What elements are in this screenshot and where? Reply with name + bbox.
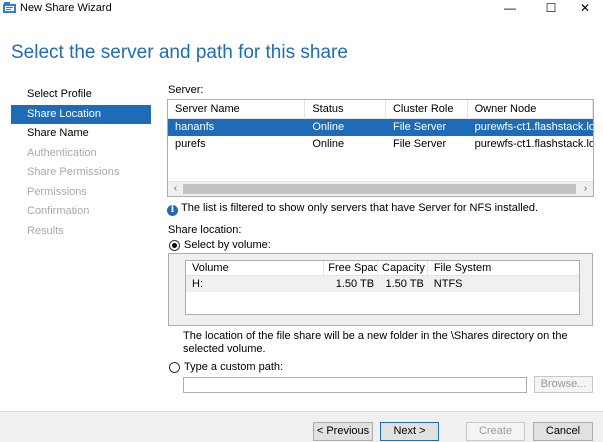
filter-info-text: The list is filtered to show only server… [181, 202, 539, 214]
column-header-status[interactable]: Status [305, 100, 386, 118]
close-icon[interactable]: ✕ [565, 0, 603, 17]
wizard-folder-icon [3, 2, 16, 13]
share-location-label: Share location: [168, 224, 242, 236]
custom-path-input[interactable] [183, 377, 527, 393]
server-status-cell: Online [312, 138, 345, 150]
column-header-server-name[interactable]: Server Name [168, 100, 306, 118]
server-row-hananfs[interactable]: hananfs Online File Server purewfs-ct1.f… [168, 119, 593, 136]
volume-row-h[interactable]: H: 1.50 TB 1.50 TB NTFS [186, 276, 579, 292]
window-title: New Share Wizard [20, 2, 112, 14]
volume-list-header: Volume Free Space Capacity File System [186, 261, 579, 276]
server-list-header: Server Name Status Cluster Role Owner No… [168, 100, 593, 119]
nav-item-share-permissions: Share Permissions [27, 166, 120, 178]
create-button[interactable]: Create [466, 422, 525, 441]
column-header-owner-node[interactable]: Owner Node [468, 100, 593, 118]
column-header-file-system[interactable]: File System [428, 261, 579, 275]
volume-list[interactable]: Volume Free Space Capacity File System H… [185, 260, 580, 315]
nav-item-authentication: Authentication [27, 146, 97, 159]
title-bar: New Share Wizard — ☐ ✕ [0, 0, 603, 17]
server-name-cell: purefs [175, 138, 206, 150]
server-name-cell: hananfs [175, 121, 215, 133]
capacity-cell: 1.50 TB [385, 278, 424, 290]
nav-item-share-location[interactable]: Share Location [11, 104, 151, 124]
info-icon: i [167, 205, 178, 216]
volume-location-note: The location of the file share will be a… [183, 330, 568, 355]
horizontal-scrollbar[interactable]: ‹ › [168, 181, 593, 196]
free-space-cell: 1.50 TB [335, 278, 375, 290]
wizard-steps-nav: Select Profile Share Location Share Name… [11, 85, 151, 241]
select-by-volume-radio[interactable] [169, 240, 180, 251]
page-title: Select the server and path for this shar… [11, 42, 348, 63]
column-header-free-space[interactable]: Free Space [324, 261, 379, 275]
column-header-cluster-role[interactable]: Cluster Role [386, 100, 468, 118]
scroll-right-icon[interactable]: › [578, 182, 593, 196]
server-row-purefs[interactable]: purefs Online File Server purewfs-ct1.fl… [168, 136, 593, 153]
custom-path-label[interactable]: Type a custom path: [184, 361, 283, 373]
server-role-cell: File Server [392, 121, 447, 133]
server-list[interactable]: Server Name Status Cluster Role Owner No… [167, 99, 594, 197]
volume-cell: H: [192, 278, 203, 290]
cancel-button[interactable]: Cancel [533, 422, 593, 441]
browse-button[interactable]: Browse... [534, 376, 593, 393]
next-button[interactable]: Next > [380, 422, 439, 441]
server-role-cell: File Server [392, 138, 447, 150]
nav-item-confirmation: Confirmation [27, 205, 90, 217]
volume-panel: Volume Free Space Capacity File System H… [168, 253, 593, 326]
previous-button[interactable]: < Previous [313, 422, 373, 441]
custom-path-radio[interactable] [169, 362, 180, 373]
nav-item-results: Results [27, 224, 64, 237]
nav-item-share-name[interactable]: Share Name [11, 124, 151, 144]
file-system-cell: NTFS [433, 278, 463, 290]
filter-info: i The list is filtered to show only serve… [167, 202, 538, 216]
minimize-icon[interactable]: — [490, 0, 530, 17]
scroll-left-icon[interactable]: ‹ [168, 182, 183, 196]
server-owner-cell: purewfs-ct1.flashstack.local [474, 121, 593, 133]
server-status-cell: Online [312, 121, 345, 133]
column-header-capacity[interactable]: Capacity [378, 261, 428, 275]
wizard-footer: < Previous Next > Create Cancel [0, 411, 603, 442]
select-by-volume-label[interactable]: Select by volume: [184, 239, 271, 251]
server-label: Server: [168, 84, 204, 96]
scroll-thumb[interactable] [183, 184, 576, 194]
nav-item-select-profile[interactable]: Select Profile [11, 85, 151, 105]
column-header-volume[interactable]: Volume [186, 261, 325, 275]
nav-item-permissions: Permissions [27, 185, 87, 198]
server-owner-cell: purewfs-ct1.flashstack.local [474, 138, 593, 150]
